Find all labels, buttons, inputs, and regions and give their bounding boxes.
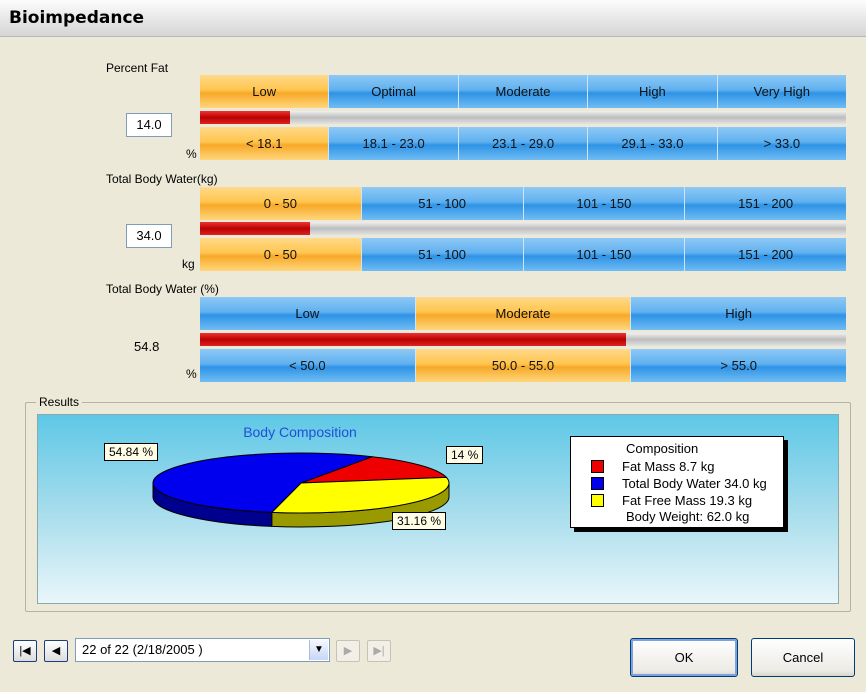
tp-top-band: High [631, 297, 847, 330]
tp-top-band: Moderate [415, 297, 632, 330]
tk-bot-band: 51 - 100 [361, 238, 524, 271]
pf-top-band: High [588, 75, 718, 108]
chart-title: Body Composition [243, 424, 357, 440]
first-record-icon: |◀ [19, 645, 31, 657]
percent-fat-top-bands: Low Optimal Moderate High Very High [200, 75, 847, 108]
pf-top-band: Optimal [329, 75, 459, 108]
chart-legend: Composition Fat Mass 8.7 kg Total Body W… [570, 436, 784, 528]
pf-bot-band: 29.1 - 33.0 [588, 127, 718, 160]
record-selector-text: 22 of 22 (2/18/2005 ) [82, 642, 203, 657]
tk-top-band: 0 - 50 [200, 187, 362, 220]
legend-label: Fat Mass 8.7 kg [622, 458, 715, 474]
tp-bot-band: 50.0 - 55.0 [415, 349, 632, 382]
tk-top-band: 101 - 150 [523, 187, 686, 220]
tk-bot-band: 0 - 50 [200, 238, 362, 271]
legend-item-fat-mass: Fat Mass 8.7 kg [591, 458, 714, 474]
legend-item-total-body-water: Total Body Water 34.0 kg [591, 475, 767, 491]
tbw-pct-unit: % [186, 367, 197, 381]
last-record-icon: ▶| [373, 645, 385, 657]
previous-record-icon: ◀ [51, 645, 61, 657]
callout-water: 54.84 % [104, 443, 159, 461]
pf-top-band: Moderate [458, 75, 589, 108]
title-bar: Bioimpedance [0, 0, 866, 37]
legend-item-fat-free-mass: Fat Free Mass 19.3 kg [591, 492, 752, 508]
last-record-button[interactable]: ▶| [367, 640, 391, 662]
percent-fat-gauge [200, 111, 846, 124]
cancel-button[interactable]: Cancel [751, 638, 855, 677]
percent-fat-gauge-fill [200, 111, 291, 124]
tk-bot-band: 101 - 150 [523, 238, 686, 271]
tbw-kg-gauge-fill [200, 222, 310, 235]
tbw-pct-value: 54.8 [134, 339, 160, 354]
previous-record-button[interactable]: ◀ [44, 640, 68, 662]
tp-bot-band: > 55.0 [631, 349, 847, 382]
tbw-kg-unit: kg [182, 257, 195, 271]
next-record-button[interactable]: ▶ [336, 640, 360, 662]
ok-button[interactable]: OK [630, 638, 738, 677]
next-record-icon: ▶ [343, 645, 353, 657]
tp-bot-band: < 50.0 [200, 349, 416, 382]
legend-label: Total Body Water 34.0 kg [622, 475, 767, 491]
percent-fat-value: 14.0 [126, 113, 172, 137]
pf-top-band: Low [200, 75, 330, 108]
legend-title: Composition [626, 441, 699, 456]
tk-top-band: 151 - 200 [685, 187, 846, 220]
tbw-kg-gauge [200, 222, 846, 235]
tbw-kg-top-bands: 0 - 50 51 - 100 101 - 150 151 - 200 [200, 187, 846, 220]
legend-body-weight: Body Weight: 62.0 kg [626, 509, 750, 524]
chevron-down-icon[interactable]: ▼ [309, 640, 328, 660]
callout-fat: 14 % [446, 446, 484, 464]
tbw-pct-gauge [200, 333, 846, 346]
tbw-pct-bottom-bands: < 50.0 50.0 - 55.0 > 55.0 [200, 349, 847, 382]
tbw-kg-bottom-bands: 0 - 50 51 - 100 101 - 150 151 - 200 [200, 238, 846, 271]
legend-swatch [591, 459, 604, 473]
legend-swatch [591, 493, 604, 507]
pf-bot-band: 18.1 - 23.0 [329, 127, 459, 160]
callout-free: 31.16 % [392, 512, 447, 530]
results-group-title: Results [36, 395, 83, 409]
percent-fat-label: Percent Fat [106, 61, 169, 75]
tbw-pct-label: Total Body Water (%) [106, 282, 219, 296]
legend-swatch [591, 476, 604, 490]
percent-fat-unit: % [186, 147, 197, 161]
pf-bot-band: 23.1 - 29.0 [458, 127, 589, 160]
tk-bot-band: 151 - 200 [685, 238, 846, 271]
tbw-pct-top-bands: Low Moderate High [200, 297, 847, 330]
tk-top-band: 51 - 100 [361, 187, 524, 220]
legend-label: Fat Free Mass 19.3 kg [622, 492, 753, 508]
pf-bot-band: > 33.0 [717, 127, 847, 160]
record-selector[interactable]: 22 of 22 (2/18/2005 ) ▼ [75, 638, 330, 662]
tbw-pct-gauge-fill [200, 333, 627, 346]
tbw-kg-label: Total Body Water(kg) [106, 172, 218, 186]
window-title: Bioimpedance [9, 8, 145, 28]
tp-top-band: Low [200, 297, 416, 330]
tbw-kg-value: 34.0 [126, 224, 172, 248]
pf-bot-band: < 18.1 [200, 127, 330, 160]
percent-fat-bottom-bands: < 18.1 18.1 - 23.0 23.1 - 29.0 29.1 - 33.0 >… [200, 127, 847, 160]
first-record-button[interactable]: |◀ [13, 640, 37, 662]
pf-top-band: Very High [717, 75, 847, 108]
